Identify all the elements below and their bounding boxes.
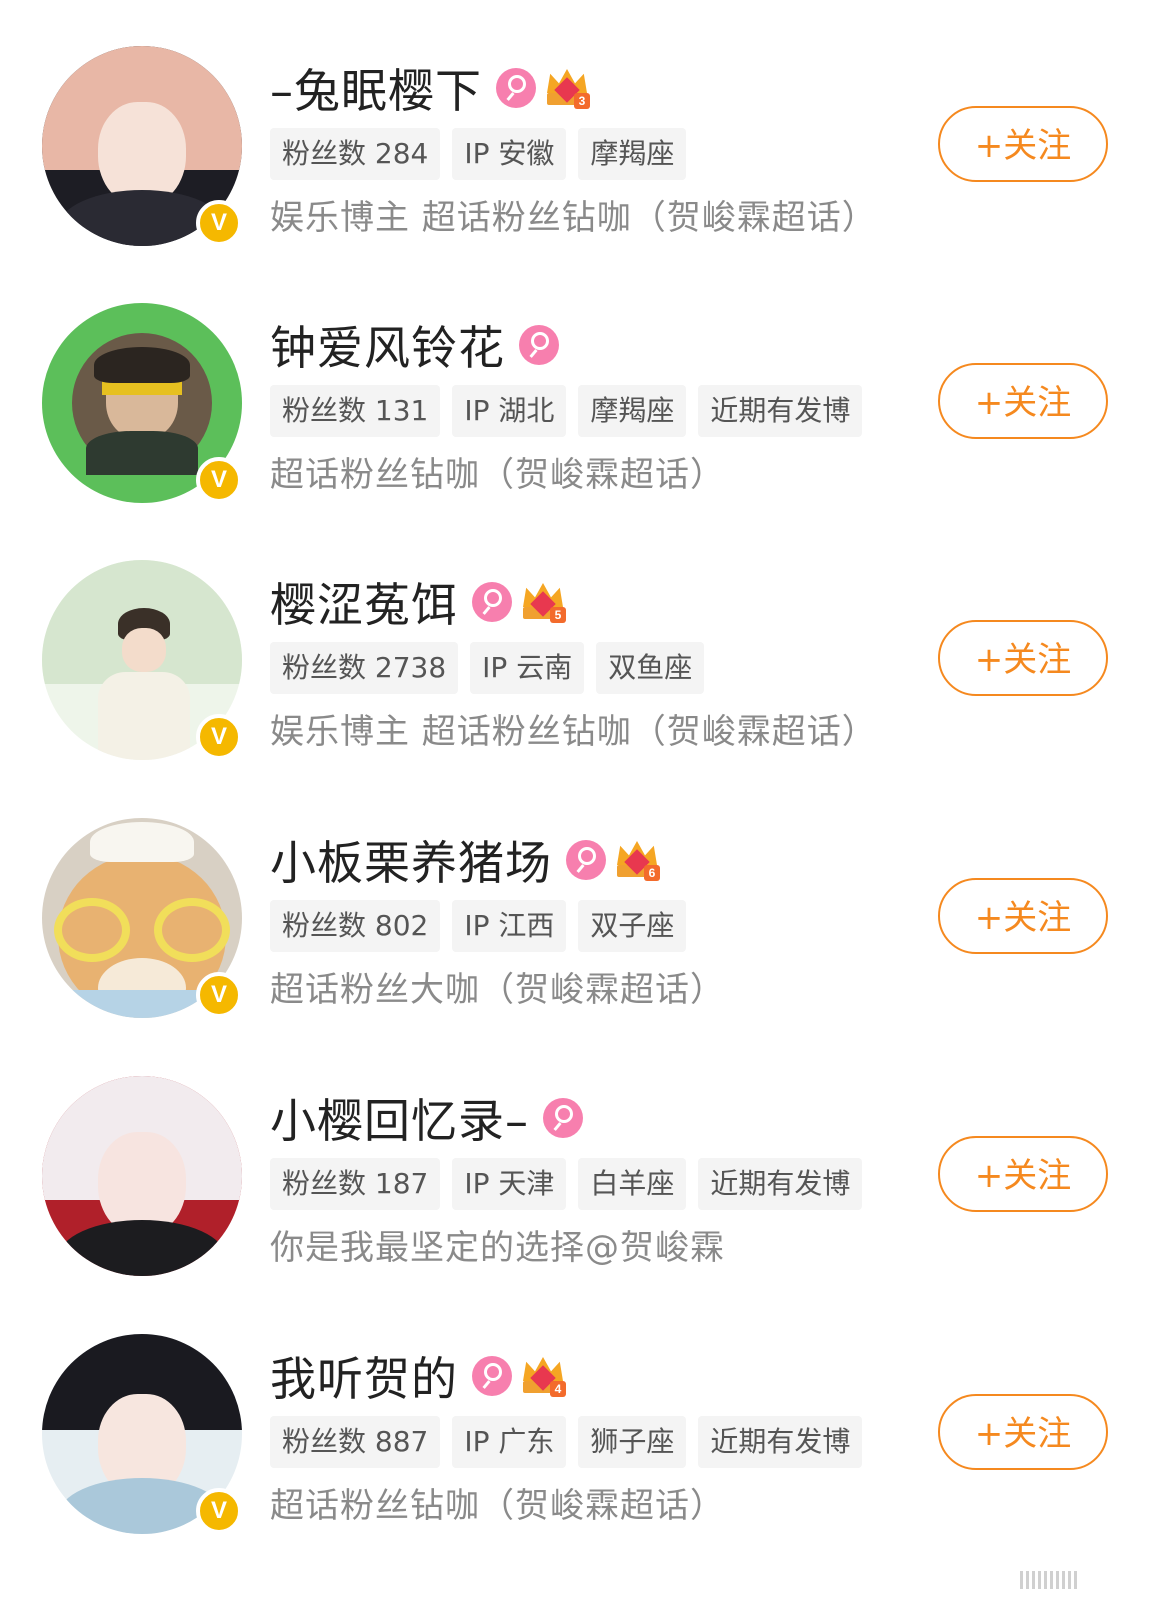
user-name[interactable]: 小板栗养猪场: [270, 827, 552, 893]
ip-location-tag: IP 云南: [470, 642, 585, 694]
female-icon: [519, 325, 559, 365]
zodiac-tag: 双鱼座: [596, 642, 705, 694]
avatar-container[interactable]: [42, 1076, 242, 1276]
follow-button[interactable]: +关注: [938, 363, 1108, 439]
follow-button[interactable]: +关注: [938, 620, 1108, 696]
verified-badge-icon: V: [196, 972, 242, 1018]
tag-list: 粉丝数 187 IP 天津 白羊座 近期有发博: [270, 1158, 863, 1210]
zodiac-tag: 摩羯座: [578, 385, 687, 437]
crown-level-icon: 5: [520, 581, 566, 623]
zodiac-tag: 双子座: [578, 900, 687, 952]
user-name[interactable]: –兔眠樱下: [270, 55, 482, 121]
user-row[interactable]: V 樱涩菟饵 5 粉丝数 2738 IP 云南 双鱼座 娱乐博主 超话粉丝钻咖（…: [0, 560, 1170, 790]
verified-badge-icon: V: [196, 457, 242, 503]
crown-level-icon: 4: [520, 1355, 566, 1397]
female-icon: [472, 582, 512, 622]
fans-count-tag: 粉丝数 2738: [270, 642, 459, 694]
crown-level-number: 4: [550, 1381, 566, 1397]
ip-location-tag: IP 天津: [452, 1158, 567, 1210]
ip-location-tag: IP 江西: [452, 900, 567, 952]
female-icon: [496, 68, 536, 108]
crown-level-number: 5: [550, 607, 566, 623]
zodiac-tag: 摩羯座: [578, 128, 687, 180]
user-row[interactable]: V 我听贺的 4 粉丝数 887 IP 广东 狮子座 近期有发博 超话粉丝钻咖（…: [0, 1334, 1170, 1564]
avatar-container[interactable]: V: [42, 46, 242, 246]
user-name[interactable]: 我听贺的: [270, 1343, 458, 1409]
avatar-container[interactable]: V: [42, 1334, 242, 1534]
user-row[interactable]: V –兔眠樱下 3 粉丝数 284 IP 安徽 摩羯座 娱乐博主 超话粉丝钻咖（…: [0, 46, 1170, 276]
tag-list: 粉丝数 2738 IP 云南 双鱼座: [270, 642, 705, 694]
watermark: [1020, 1571, 1140, 1591]
user-name[interactable]: 樱涩菟饵: [270, 569, 458, 635]
avatar-container[interactable]: V: [42, 818, 242, 1018]
fans-count-tag: 粉丝数 187: [270, 1158, 441, 1210]
female-icon: [472, 1356, 512, 1396]
fans-count-tag: 粉丝数 802: [270, 900, 441, 952]
female-icon: [566, 840, 606, 880]
tag-list: 粉丝数 131 IP 湖北 摩羯座 近期有发博: [270, 385, 863, 437]
follow-button[interactable]: +关注: [938, 106, 1108, 182]
avatar-container[interactable]: V: [42, 560, 242, 760]
recent-post-tag: 近期有发博: [698, 1158, 863, 1210]
user-description: 超话粉丝钻咖（贺峻霖超话）: [270, 455, 725, 495]
user-description: 娱乐博主 超话粉丝钻咖（贺峻霖超话）: [270, 712, 877, 752]
zodiac-tag: 白羊座: [578, 1158, 687, 1210]
user-description: 超话粉丝钻咖（贺峻霖超话）: [270, 1486, 725, 1526]
fans-count-tag: 粉丝数 284: [270, 128, 441, 180]
avatar-container[interactable]: V: [42, 303, 242, 503]
user-row[interactable]: V 小板栗养猪场 6 粉丝数 802 IP 江西 双子座 超话粉丝大咖（贺峻霖超…: [0, 818, 1170, 1048]
crown-level-icon: 6: [614, 839, 660, 881]
user-description: 娱乐博主 超话粉丝钻咖（贺峻霖超话）: [270, 198, 877, 238]
recent-post-tag: 近期有发博: [698, 1416, 863, 1468]
crown-level-number: 6: [644, 865, 660, 881]
ip-location-tag: IP 广东: [452, 1416, 567, 1468]
user-name[interactable]: 小樱回忆录–: [270, 1085, 529, 1151]
verified-badge-icon: V: [196, 1488, 242, 1534]
follow-button[interactable]: +关注: [938, 1394, 1108, 1470]
avatar[interactable]: [42, 1076, 242, 1276]
crown-level-number: 3: [574, 93, 590, 109]
follow-button[interactable]: +关注: [938, 1136, 1108, 1212]
tag-list: 粉丝数 887 IP 广东 狮子座 近期有发博: [270, 1416, 863, 1468]
zodiac-tag: 狮子座: [578, 1416, 687, 1468]
user-description: 你是我最坚定的选择@贺峻霖: [270, 1228, 725, 1268]
follow-button[interactable]: +关注: [938, 878, 1108, 954]
verified-badge-icon: V: [196, 200, 242, 246]
recent-post-tag: 近期有发博: [698, 385, 863, 437]
verified-badge-icon: V: [196, 714, 242, 760]
fans-count-tag: 粉丝数 887: [270, 1416, 441, 1468]
user-row[interactable]: V 钟爱风铃花 粉丝数 131 IP 湖北 摩羯座 近期有发博 超话粉丝钻咖（贺…: [0, 303, 1170, 533]
user-name[interactable]: 钟爱风铃花: [270, 312, 505, 378]
fans-count-tag: 粉丝数 131: [270, 385, 441, 437]
ip-location-tag: IP 湖北: [452, 385, 567, 437]
female-icon: [543, 1098, 583, 1138]
tag-list: 粉丝数 284 IP 安徽 摩羯座: [270, 128, 687, 180]
ip-location-tag: IP 安徽: [452, 128, 567, 180]
crown-level-icon: 3: [544, 67, 590, 109]
tag-list: 粉丝数 802 IP 江西 双子座: [270, 900, 687, 952]
user-row[interactable]: 小樱回忆录– 粉丝数 187 IP 天津 白羊座 近期有发博 你是我最坚定的选择…: [0, 1076, 1170, 1306]
user-description: 超话粉丝大咖（贺峻霖超话）: [270, 970, 725, 1010]
